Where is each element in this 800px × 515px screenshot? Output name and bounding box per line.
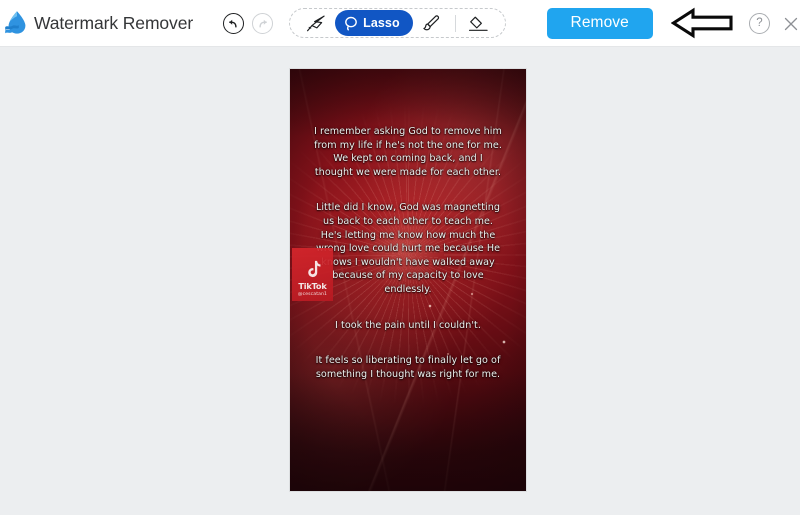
eraser-icon (469, 16, 488, 31)
tool-magic-wand[interactable] (299, 10, 333, 36)
magic-wand-icon (306, 14, 325, 31)
close-button[interactable] (782, 15, 798, 31)
watermark-remover-app: Watermark Remover Lasso Remove ? I remem… (0, 0, 800, 515)
history-controls (223, 12, 274, 34)
brush-icon (423, 14, 440, 30)
tool-lasso-label: Lasso (363, 16, 400, 30)
header-right-controls: ? (749, 12, 798, 34)
editor-canvas[interactable]: I remember asking God to remove him from… (0, 47, 800, 515)
tool-eraser[interactable] (462, 10, 496, 36)
caption-paragraph: I remember asking God to remove him from… (314, 126, 502, 178)
media-preview[interactable]: I remember asking God to remove him from… (290, 69, 526, 491)
undo-button[interactable] (223, 12, 245, 34)
caption-paragraph: It feels so liberating to finally let go… (315, 355, 501, 380)
brand: Watermark Remover (4, 9, 193, 37)
annotation-left-arrow-icon (670, 5, 734, 41)
help-button[interactable]: ? (749, 12, 770, 34)
tool-divider (454, 14, 456, 32)
remove-button[interactable]: Remove (546, 7, 653, 39)
lasso-icon (345, 16, 357, 30)
caption-paragraph: I took the pain until I couldn't. (335, 319, 481, 331)
redo-arrow-icon (259, 19, 267, 28)
help-circle-icon: ? (756, 17, 763, 29)
tiktok-handle: @cescatan1 (297, 292, 328, 297)
tiktok-note-icon (308, 260, 321, 278)
close-x-icon (784, 17, 798, 31)
water-drop-icon (4, 9, 30, 37)
tool-brush[interactable] (415, 10, 449, 36)
app-header: Watermark Remover Lasso Remove ? (0, 0, 800, 47)
tool-cluster: Lasso (289, 8, 506, 38)
undo-arrow-icon (229, 19, 237, 28)
tiktok-watermark: TikTok @cescatan1 (292, 248, 333, 301)
redo-button[interactable] (252, 12, 274, 34)
tool-lasso[interactable]: Lasso (335, 10, 413, 36)
caption-paragraph: Little did I know, God was magnetting us… (315, 202, 501, 295)
app-title: Watermark Remover (34, 12, 194, 33)
tiktok-wordmark: TikTok (298, 281, 327, 291)
